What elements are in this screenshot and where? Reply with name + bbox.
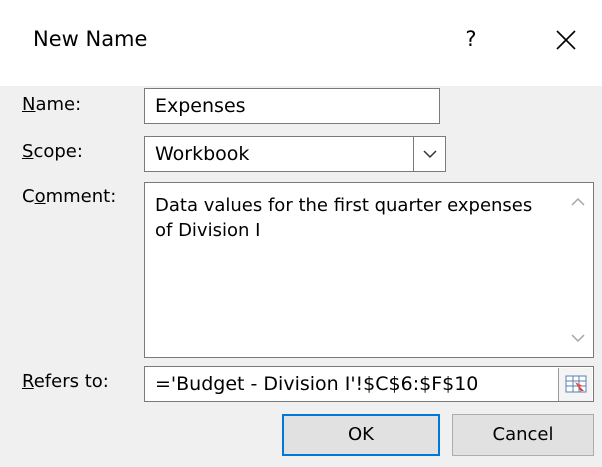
- comment-textarea[interactable]: Data values for the first quarter expens…: [144, 182, 594, 358]
- scope-label-accesskey: S: [22, 141, 34, 162]
- comment-text: Data values for the first quarter expens…: [155, 195, 533, 241]
- comment-label-accesskey: o: [34, 186, 46, 207]
- refers-to-label: Refers to:: [22, 371, 109, 392]
- refers-to-label-text: efers to:: [33, 371, 109, 392]
- comment-label-prefix: C: [22, 186, 35, 207]
- dialog-titlebar: New Name ?: [0, 0, 602, 86]
- scope-label: Scope:: [22, 141, 83, 162]
- scope-label-text: cope:: [33, 141, 83, 162]
- range-picker-button[interactable]: [558, 368, 592, 401]
- refers-to-input[interactable]: ='Budget - Division I'!$C$6:$F$10: [144, 366, 594, 402]
- dialog-title: New Name: [33, 27, 148, 51]
- scope-select[interactable]: Workbook: [144, 136, 446, 172]
- comment-label: Comment:: [22, 186, 116, 207]
- name-label: Name:: [22, 94, 81, 115]
- scope-select-value: Workbook: [155, 143, 250, 165]
- name-input[interactable]: Expenses: [144, 88, 440, 124]
- cancel-button[interactable]: Cancel: [452, 414, 594, 456]
- help-button[interactable]: ?: [456, 24, 486, 54]
- name-label-accesskey: N: [22, 94, 36, 115]
- name-label-text: ame:: [35, 94, 82, 115]
- refers-to-label-accesskey: R: [22, 371, 34, 392]
- close-icon: [556, 30, 576, 50]
- ok-button[interactable]: OK: [282, 414, 440, 456]
- chevron-down-icon: [423, 150, 437, 159]
- name-input-value: Expenses: [155, 95, 246, 117]
- close-button[interactable]: [548, 22, 584, 58]
- scope-dropdown-button[interactable]: [413, 137, 445, 171]
- chevron-down-icon[interactable]: [569, 331, 587, 345]
- comment-label-text: mment:: [45, 186, 117, 207]
- chevron-up-icon[interactable]: [569, 195, 587, 209]
- collapse-dialog-icon: [565, 375, 587, 393]
- refers-to-value: ='Budget - Division I'!$C$6:$F$10: [155, 373, 479, 395]
- comment-scrollbar[interactable]: [563, 183, 593, 357]
